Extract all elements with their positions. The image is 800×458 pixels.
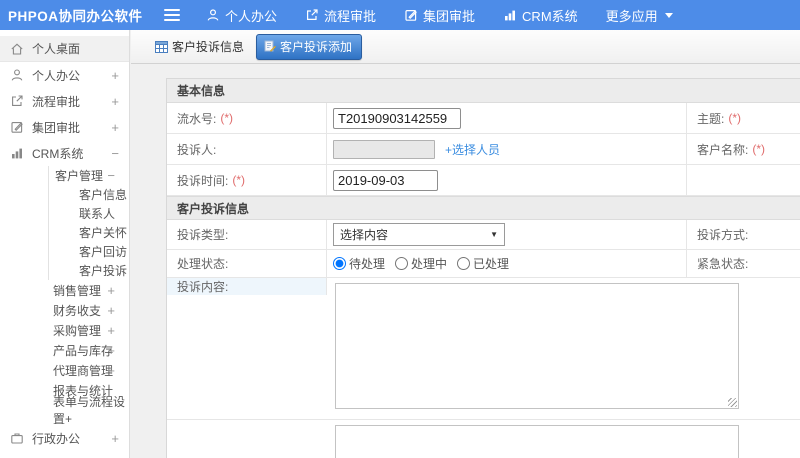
handle-status-radios: 待处理 处理中 已处理 [333,255,509,272]
expand-icon[interactable]: + [111,431,119,446]
topnav-more-apps[interactable]: 更多应用 [606,6,673,25]
process-icon [10,94,25,108]
topnav-crm-system[interactable]: CRM系统 [503,6,578,25]
sidebar-item-customer-management[interactable]: 客户管理 − [49,166,129,185]
top-nav: 个人办公 流程审批 集团审批 CRM系统 更多应用 [206,6,673,25]
edit-square-icon [404,8,418,22]
sidebar-item-customer-complaint[interactable]: 客户投诉 [49,261,129,280]
customer-name-label: 客户名称: (*) [697,142,766,157]
radio-processed[interactable]: 已处理 [457,255,509,272]
extra-textarea[interactable] [335,425,739,458]
resize-grip-icon[interactable] [728,398,737,407]
complaint-time-input[interactable] [333,169,438,191]
expand-icon[interactable]: + [107,283,115,298]
section-header-complaint: 客户投诉信息 [167,196,800,220]
expand-icon[interactable]: + [111,68,119,83]
form-row-complaint-time: 投诉时间: (*) [167,165,800,196]
sidebar-item-group-approval[interactable]: 集团审批 + [0,114,129,140]
serial-input[interactable] [333,107,461,129]
sidebar-item-purchase[interactable]: 采购管理 + [0,320,129,340]
topnav-personal-office[interactable]: 个人办公 [206,6,277,25]
handle-status-label: 处理状态: [167,250,327,277]
section-header-basic: 基本信息 [167,79,800,103]
sidebar: 个人桌面 个人办公 + 流程审批 + 集团审批 + CRM系统 − 客户管理 −… [0,30,130,458]
complaint-form-panel: 基本信息 流水号:(*) 主题:(*) 投诉人: +选择人员 客户名称:(*) [166,78,800,458]
user-icon [206,8,220,22]
user-icon [10,68,25,82]
add-doc-icon [264,40,277,52]
tab-complaint-add[interactable]: 客户投诉添加 [256,33,363,60]
sidebar-item-agent-management[interactable]: 代理商管理 + [0,360,129,380]
briefcase-icon [10,431,25,445]
form-row-complaint-content: 投诉内容: [167,278,800,420]
sidebar-item-sales-management[interactable]: 销售管理 + [0,280,129,300]
sidebar-item-customer-info[interactable]: 客户信息 [49,185,129,204]
tab-complaint-list[interactable]: 客户投诉信息 [149,34,250,59]
caret-down-icon [664,12,673,18]
sidebar-item-contacts[interactable]: 联系人 [49,204,129,223]
form-row-complaint-type: 投诉类型: 选择内容 ▼ 投诉方式: [167,220,800,250]
expand-icon[interactable]: + [107,343,115,358]
sidebar-item-crm-system[interactable]: CRM系统 − [0,140,129,166]
radio-pending[interactable]: 待处理 [333,255,385,272]
complaint-time-label: 投诉时间: (*) [167,165,327,195]
tab-bar: 客户投诉信息 客户投诉添加 [131,30,800,64]
select-caret-icon: ▼ [490,230,498,239]
sidebar-item-personal-desktop[interactable]: 个人桌面 [0,36,129,62]
expand-icon[interactable]: + [107,363,115,378]
empty-cell [687,165,800,195]
sidebar-item-customer-care[interactable]: 客户关怀 [49,223,129,242]
sidebar-item-products-inventory[interactable]: 产品与库存 + [0,340,129,360]
complaint-method-label: 投诉方式: [697,228,749,242]
sidebar-item-admin-office[interactable]: 行政办公 + [0,425,129,451]
main-content: 客户投诉信息 客户投诉添加 基本信息 流水号:(*) 主题:(*) [131,30,800,458]
expand-icon[interactable]: + [111,94,119,109]
collapse-icon[interactable]: − [107,168,115,183]
sidebar-item-process-approval[interactable]: 流程审批 + [0,88,129,114]
sidebar-item-form-process-settings[interactable]: 表单与流程设置+ [0,395,129,426]
app-logo: PHPOA协同办公软件 [8,9,143,24]
bar-chart-icon [503,8,517,22]
table-icon [155,40,168,53]
form-row-extra [167,420,800,458]
topnav-process-approval[interactable]: 流程审批 [305,6,376,25]
choose-person-link[interactable]: +选择人员 [445,141,500,158]
topnav-group-approval[interactable]: 集团审批 [404,6,475,25]
complaint-type-select[interactable]: 选择内容 ▼ [333,223,505,246]
complaint-type-label: 投诉类型: [167,220,327,249]
expand-icon[interactable]: + [111,120,119,135]
serial-label: 流水号: (*) [167,103,327,133]
process-icon [305,8,319,22]
edit-square-icon [10,120,25,134]
expand-icon[interactable]: + [107,303,115,318]
top-header: PHPOA协同办公软件 个人办公 流程审批 集团审批 CRM系统 更多应用 [0,0,800,30]
sidebar-item-customer-revisit[interactable]: 客户回访 [49,242,129,261]
sidebar-item-finance[interactable]: 财务收支 + [0,300,129,320]
collapse-icon[interactable]: − [111,146,119,161]
complainant-label: 投诉人: [167,134,327,164]
form-row-serial: 流水号:(*) 主题:(*) [167,103,800,134]
complaint-content-textarea[interactable] [335,283,739,409]
bar-chart-icon [10,146,25,160]
customer-management-group: 客户管理 − 客户信息 联系人 客户关怀 客户回访 客户投诉 [48,166,129,280]
radio-processing[interactable]: 处理中 [395,255,447,272]
home-icon [10,42,25,56]
urgency-label: 紧急状态: [697,257,749,271]
sidebar-item-personal-office[interactable]: 个人办公 + [0,62,129,88]
complainant-input[interactable] [333,139,435,159]
subject-label: 主题: (*) [697,111,742,126]
complaint-content-label: 投诉内容: [167,278,327,295]
form-row-handle-status: 处理状态: 待处理 处理中 已处理 紧急状态: [167,250,800,278]
form-row-complainant: 投诉人: +选择人员 客户名称: (*) [167,134,800,165]
hamburger-menu-icon[interactable] [164,9,180,21]
expand-icon[interactable]: + [107,323,115,338]
